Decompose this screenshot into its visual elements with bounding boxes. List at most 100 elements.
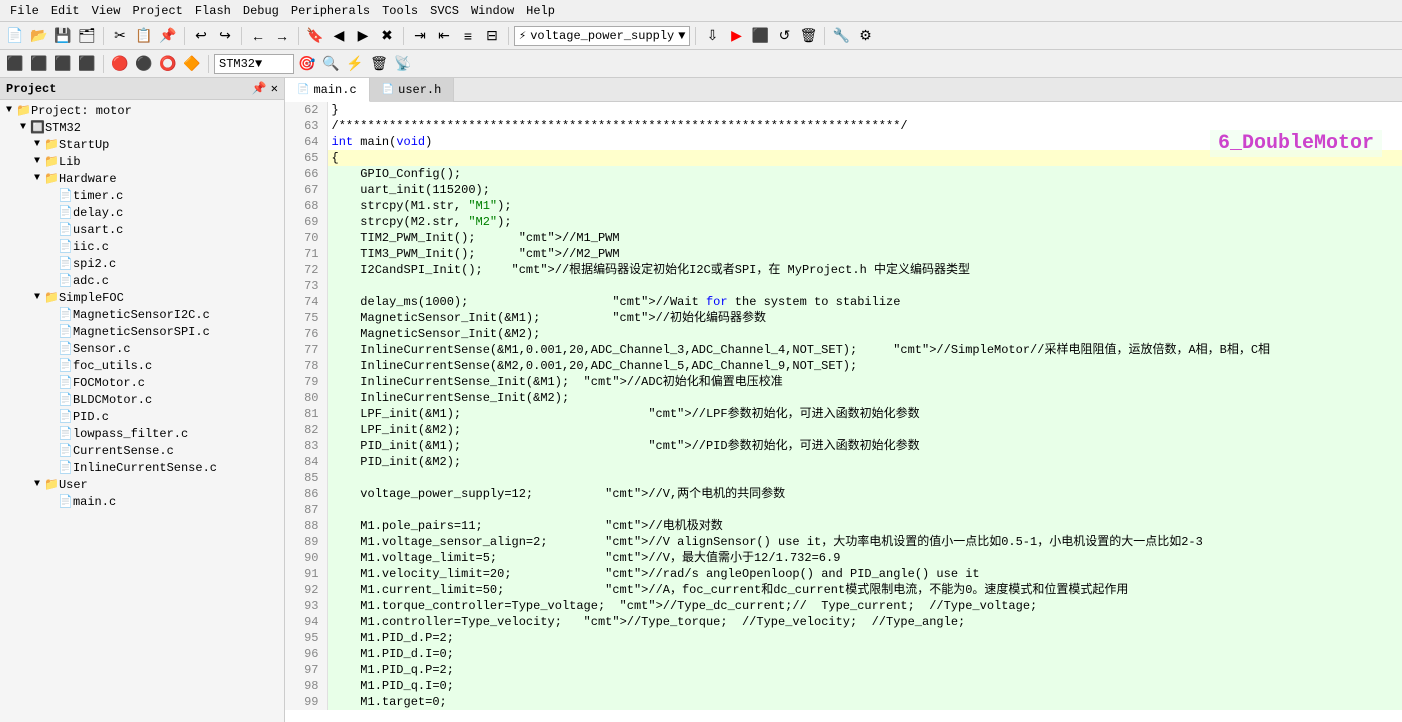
code-line[interactable]: voltage_power_supply=12; "cmt">//V,两个电机的… [327,486,1402,502]
code-line[interactable]: M1.controller=Type_velocity; "cmt">//Typ… [327,614,1402,630]
unindent-btn[interactable]: ⇤ [433,25,455,47]
nav-fwd[interactable]: → [271,25,293,47]
build-btn[interactable]: 🔧 [830,25,852,47]
code-line[interactable] [327,278,1402,294]
code-line[interactable]: } [327,102,1402,118]
target-chip-dropdown[interactable]: STM32 ▼ [214,54,294,74]
menu-file[interactable]: File [4,2,45,20]
tree-item[interactable]: 📄 Sensor.c [2,340,282,357]
code-line[interactable] [327,470,1402,486]
bookmark-del[interactable]: ✖ [376,25,398,47]
code-line[interactable]: M1.voltage_sensor_align=2; "cmt">//V ali… [327,534,1402,550]
menu-flash[interactable]: Flash [189,2,237,20]
tree-item[interactable]: 📄 adc.c [2,272,282,289]
code-line[interactable]: InlineCurrentSense(&M2,0.001,20,ADC_Chan… [327,358,1402,374]
bookmark-prev[interactable]: ◀ [328,25,350,47]
code-line[interactable]: { [327,150,1402,166]
code-line[interactable]: /***************************************… [327,118,1402,134]
code-line[interactable]: M1.PID_d.P=2; [327,630,1402,646]
menu-window[interactable]: Window [465,2,520,20]
tree-item[interactable]: 📄 spi2.c [2,255,282,272]
code-line[interactable]: PID_init(&M2); [327,454,1402,470]
tree-item[interactable]: 📄 InlineCurrentSense.c [2,459,282,476]
tree-item[interactable]: 📄 FOCMotor.c [2,374,282,391]
code-line[interactable]: M1.PID_q.P=2; [327,662,1402,678]
cut-button[interactable]: ✂ [109,25,131,47]
code-line[interactable]: LPF_init(&M1); "cmt">//LPF参数初始化，可进入函数初始化… [327,406,1402,422]
tree-item[interactable]: 📄 MagneticSensorI2C.c [2,306,282,323]
tree-item[interactable]: ▼ 📁 User [2,476,282,493]
tree-item[interactable]: 📄 iic.c [2,238,282,255]
reset-btn[interactable]: ↺ [773,25,795,47]
sidebar-close-icon[interactable]: ✕ [271,81,278,96]
align-btn[interactable]: ≡ [457,25,479,47]
stop-btn[interactable]: ⬛ [749,25,771,47]
tree-item[interactable]: ▼ 🔲 STM32 [2,119,282,136]
debug2-btn[interactable]: 🔍 [320,53,342,75]
code-line[interactable]: M1.pole_pairs=11; "cmt">//电机极对数 [327,518,1402,534]
bp-del[interactable]: ⭕ [157,53,179,75]
code-line[interactable]: I2CandSPI_Init(); "cmt">//根据编码器设定初始化I2C或… [327,262,1402,278]
erase-btn[interactable]: 🗑 [797,25,819,47]
run-btn[interactable]: ▶ [725,25,747,47]
code-line[interactable]: GPIO_Config(); [327,166,1402,182]
menu-peripherals[interactable]: Peripherals [285,2,376,20]
bp-enable[interactable]: ⚫ [133,53,155,75]
redo-button[interactable]: ↪ [214,25,236,47]
code-editor[interactable]: 62}63/**********************************… [285,102,1402,710]
code-line[interactable]: M1.torque_controller=Type_voltage; "cmt"… [327,598,1402,614]
tree-item[interactable]: 📄 delay.c [2,204,282,221]
tree-item[interactable]: 📄 lowpass_filter.c [2,425,282,442]
tree-item[interactable]: 📄 timer.c [2,187,282,204]
menu-project[interactable]: Project [126,2,188,20]
indent-btn[interactable]: ⇥ [409,25,431,47]
step-in[interactable]: ⬛ [28,53,50,75]
misc-btn[interactable]: 📡 [392,53,414,75]
bookmark-next[interactable]: ▶ [352,25,374,47]
menu-tools[interactable]: Tools [376,2,424,20]
step-over[interactable]: ⬛ [4,53,26,75]
code-line[interactable]: M1.velocity_limit=20; "cmt">//rad/s angl… [327,566,1402,582]
tree-item[interactable]: ▼ 📁 Lib [2,153,282,170]
code-line[interactable]: PID_init(&M1); "cmt">//PID参数初始化，可进入函数初始化… [327,438,1402,454]
load-btn[interactable]: ⇩ [701,25,723,47]
menu-view[interactable]: View [86,2,127,20]
code-line[interactable] [327,502,1402,518]
tree-item[interactable]: ▼ 📁 SimpleFOC [2,289,282,306]
menu-debug[interactable]: Debug [237,2,285,20]
code-line[interactable]: LPF_init(&M2); [327,422,1402,438]
code-line[interactable]: TIM2_PWM_Init(); "cmt">//M1_PWM [327,230,1402,246]
tab-main-c[interactable]: 📄 main.c [285,78,370,102]
tree-item[interactable]: 📄 CurrentSense.c [2,442,282,459]
code-line[interactable]: InlineCurrentSense(&M1,0.001,20,ADC_Chan… [327,342,1402,358]
new-button[interactable]: 📄 [4,25,26,47]
code-line[interactable]: M1.target=0; [327,694,1402,710]
code-line[interactable]: delay_ms(1000); "cmt">//Wait for the sys… [327,294,1402,310]
erase2-btn[interactable]: 🗑 [368,53,390,75]
tree-item[interactable]: ▼ 📁 Hardware [2,170,282,187]
target-options[interactable]: 🎯 [296,53,318,75]
paste-button[interactable]: 📌 [157,25,179,47]
bp-toggle[interactable]: 🔴 [109,53,131,75]
tree-item[interactable]: 📄 BLDCMotor.c [2,391,282,408]
sidebar-pin-icon[interactable]: 📌 [252,81,267,96]
menu-svcs[interactable]: SVCS [424,2,465,20]
code-line[interactable]: strcpy(M2.str, "M2"); [327,214,1402,230]
settings-btn[interactable]: ⚙ [854,25,876,47]
code-line[interactable]: uart_init(115200); [327,182,1402,198]
code-line[interactable]: M1.current_limit=50; "cmt">//A，foc_curre… [327,582,1402,598]
run2[interactable]: ⬛ [76,53,98,75]
code-line[interactable]: MagneticSensor_Init(&M1); "cmt">//初始化编码器… [327,310,1402,326]
code-line[interactable]: InlineCurrentSense_Init(&M2); [327,390,1402,406]
tree-item[interactable]: 📄 main.c [2,493,282,510]
bp-del-all[interactable]: 🔶 [181,53,203,75]
code-line[interactable]: TIM3_PWM_Init(); "cmt">//M2_PWM [327,246,1402,262]
tree-item[interactable]: 📄 PID.c [2,408,282,425]
code-line[interactable]: MagneticSensor_Init(&M2); [327,326,1402,342]
tree-item[interactable]: 📄 foc_utils.c [2,357,282,374]
target-dropdown[interactable]: ⚡ voltage_power_supply ▼ [514,26,690,46]
tree-item[interactable]: ▼ 📁 StartUp [2,136,282,153]
step-out[interactable]: ⬛ [52,53,74,75]
code-line[interactable]: M1.voltage_limit=5; "cmt">//V，最大值需小于12/1… [327,550,1402,566]
tree-item[interactable]: 📄 MagneticSensorSPI.c [2,323,282,340]
